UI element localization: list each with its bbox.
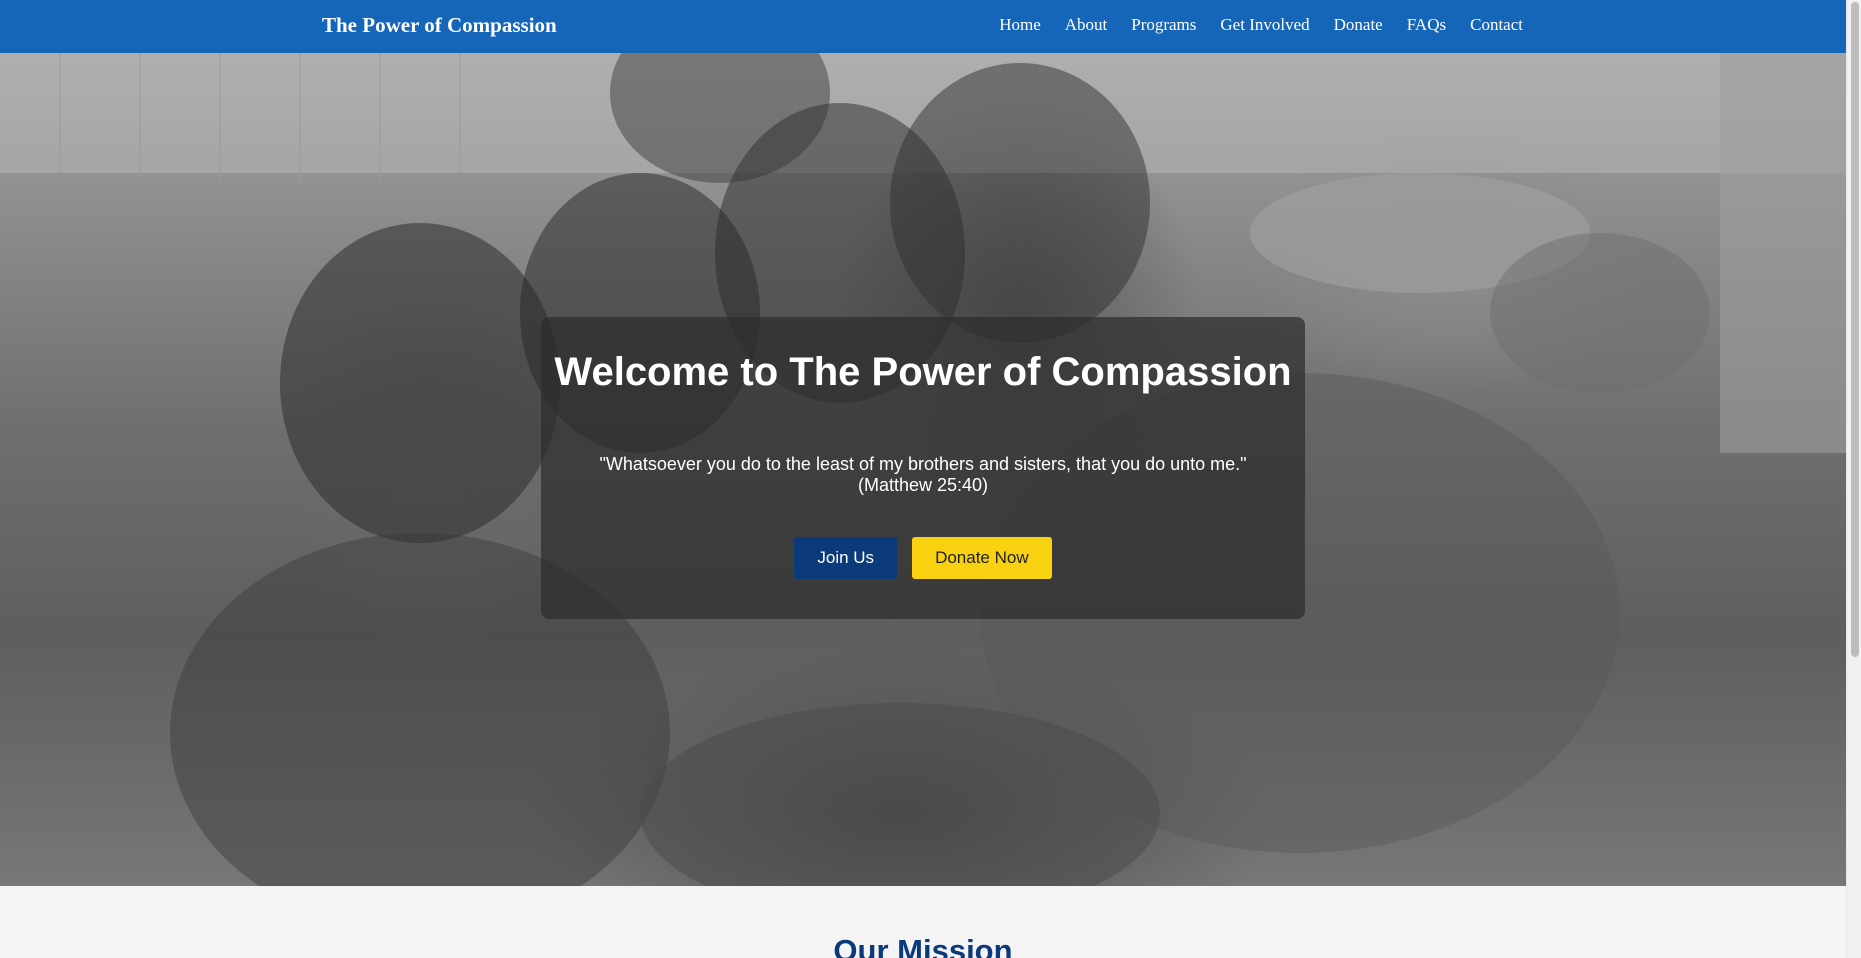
mission-section: Our Mission [0, 886, 1846, 958]
nav-link-home[interactable]: Home [999, 15, 1041, 34]
page-scrollbar[interactable] [1846, 0, 1861, 958]
join-us-button[interactable]: Join Us [794, 537, 898, 579]
nav-link-donate[interactable]: Donate [1334, 15, 1383, 34]
donate-now-button[interactable]: Donate Now [912, 537, 1052, 579]
nav-link-faqs[interactable]: FAQs [1407, 15, 1446, 34]
nav-link-programs[interactable]: Programs [1131, 15, 1196, 34]
nav-link-contact[interactable]: Contact [1470, 15, 1523, 34]
hero-section: Welcome to The Power of Compassion "What… [0, 53, 1846, 886]
hero-cta-row: Join Us Donate Now [541, 537, 1305, 579]
nav-links: Home About Programs Get Involved Donate … [999, 15, 1523, 35]
scrollbar-thumb[interactable] [1851, 2, 1859, 657]
hero-overlay-card: Welcome to The Power of Compassion "What… [541, 317, 1305, 619]
hero-title: Welcome to The Power of Compassion [554, 350, 1292, 394]
hero-quote: "Whatsoever you do to the least of my br… [599, 454, 1247, 495]
nav-link-get-involved[interactable]: Get Involved [1220, 15, 1309, 34]
top-navbar: The Power of Compassion Home About Progr… [0, 0, 1846, 53]
mission-title: Our Mission [833, 933, 1013, 958]
site-brand[interactable]: The Power of Compassion [322, 13, 557, 38]
nav-link-about[interactable]: About [1065, 15, 1108, 34]
